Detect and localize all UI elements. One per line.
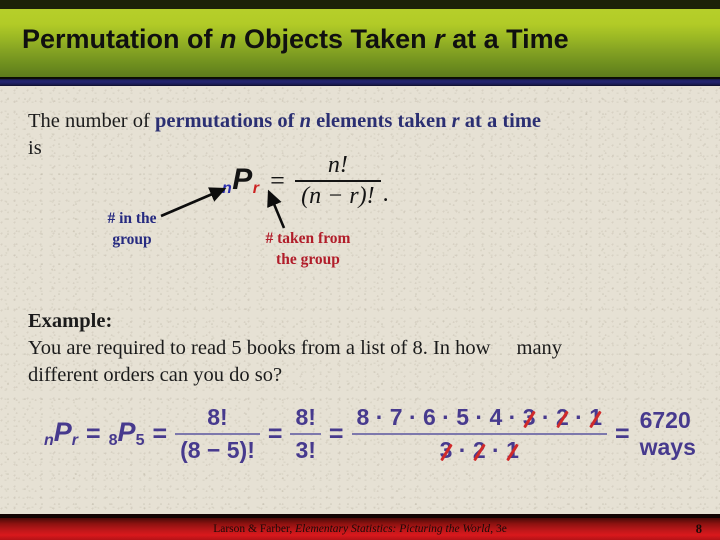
- solution-npr-symbol: nPr: [44, 419, 78, 449]
- cancel-num-2: 2: [555, 404, 569, 430]
- annotation-r-label: # taken from the group: [240, 228, 376, 270]
- title-banner: Permutation of n Objects Taken r at a Ti…: [0, 0, 720, 86]
- solution-subscript-r: r: [71, 432, 79, 449]
- formula-fraction: n! (n − r)!: [295, 152, 381, 210]
- lead-bold-2: elements taken: [311, 110, 452, 132]
- solution-equals-3: =: [267, 419, 283, 448]
- solution-fraction-1: 8! (8 − 5)!: [175, 404, 260, 464]
- formula-subscript-r: r: [252, 180, 260, 197]
- title-variable-r: r: [434, 24, 445, 54]
- lead-plain-2: is: [28, 137, 42, 159]
- solution-equals-2: =: [152, 419, 168, 448]
- formula-npr-symbol: nPr: [222, 165, 260, 197]
- solution-expand-sep-2: ·: [568, 404, 590, 430]
- title-top-strip: [0, 0, 720, 9]
- example-heading: Example:: [28, 310, 113, 332]
- solution-expand-keep: 8 · 7 · 6 · 5 · 4 ·: [356, 404, 523, 430]
- annotation-r-line1: # taken from: [265, 230, 351, 247]
- lead-variable-r: r: [451, 110, 460, 132]
- solution-equals-5: =: [614, 419, 630, 448]
- formula-period: .: [382, 181, 389, 207]
- title-part-prefix: Permutation of: [22, 24, 221, 54]
- solution-equation: nPr = 8P5 = 8! (8 − 5)! = 8! 3! = 8 · 7 …: [44, 404, 720, 464]
- annotation-r-line2: the group: [276, 251, 340, 268]
- cancel-num-3: 3: [522, 404, 536, 430]
- title-part-mid: Objects Taken: [236, 24, 435, 54]
- footer-bar: Larson & Farber, Elementary Statistics: …: [0, 514, 720, 540]
- title-variable-n: n: [220, 24, 237, 54]
- footer-page-number: 8: [695, 522, 702, 536]
- footer-book-title: Elementary Statistics: Picturing the Wor…: [295, 523, 491, 535]
- formula-subscript-n: n: [222, 180, 233, 197]
- footer-citation: Larson & Farber, Elementary Statistics: …: [0, 518, 720, 540]
- solution-subscript-5: 5: [135, 432, 145, 449]
- title-underline-rule: [0, 77, 720, 86]
- solution-fraction-2-numerator: 8!: [295, 404, 316, 430]
- lead-highlight: permutations of n elements taken r at a …: [155, 110, 541, 132]
- solution-subscript-8: 8: [108, 432, 118, 449]
- example-line1-b: many: [516, 337, 563, 359]
- lead-bold-1: permutations of: [154, 110, 300, 132]
- formula-letter-p: P: [232, 163, 253, 196]
- solution-result: 6720 ways: [639, 407, 696, 460]
- solution-den-sep-2: ·: [485, 437, 507, 463]
- page-title: Permutation of n Objects Taken r at a Ti…: [22, 22, 712, 56]
- annotation-n-line2: group: [112, 231, 152, 248]
- footer-authors: Larson & Farber,: [213, 523, 296, 535]
- cancel-num-1: 1: [589, 404, 602, 430]
- example-line2: different orders can you do so?: [28, 364, 283, 386]
- solution-fraction-2-denominator: 3!: [295, 437, 316, 463]
- solution-fraction-3-denominator: 3 · 2 · 1: [435, 435, 524, 464]
- solution-subscript-n: n: [44, 432, 54, 449]
- slide: Permutation of n Objects Taken r at a Ti…: [0, 0, 720, 540]
- solution-fraction-3: 8 · 7 · 6 · 5 · 4 · 3 · 2 · 1 3 · 2 · 1: [351, 404, 607, 464]
- annotation-n-line1: # in the: [107, 210, 157, 227]
- annotation-n-label: # in the group: [84, 208, 180, 250]
- lead-plain-1: The number of: [28, 110, 155, 132]
- solution-8p5-symbol: 8P5: [109, 419, 145, 449]
- solution-letter-p-1: P: [53, 417, 72, 447]
- solution-fraction-1-denominator: (8 − 5)!: [180, 437, 255, 463]
- solution-equals-1: =: [86, 419, 101, 448]
- cancel-den-1: 1: [506, 437, 519, 463]
- solution-den-sep-1: ·: [452, 437, 473, 463]
- solution-fraction-1-numerator: 8!: [207, 404, 228, 430]
- lead-variable-n: n: [299, 110, 311, 132]
- solution-equals-4: =: [328, 419, 344, 448]
- cancel-den-3: 3: [439, 437, 453, 463]
- formula-numerator: n!: [327, 152, 348, 178]
- lead-bold-3: at a time: [459, 110, 542, 132]
- example-block: Example: You are required to read 5 book…: [28, 308, 688, 389]
- formula-denominator: (n − r)!: [301, 183, 375, 209]
- title-part-suffix: at a Time: [444, 24, 569, 54]
- solution-fraction-2: 8! 3!: [290, 404, 321, 464]
- permutation-formula: nPr = n! (n − r)! .: [222, 152, 389, 210]
- example-line1-a: You are required to read 5 books from a …: [28, 337, 491, 359]
- formula-equals: =: [268, 166, 287, 195]
- cancel-den-2: 2: [472, 437, 486, 463]
- solution-fraction-3-numerator: 8 · 7 · 6 · 5 · 4 · 3 · 2 · 1: [352, 404, 607, 433]
- footer-edition: , 3e: [490, 523, 507, 535]
- solution-letter-p-2: P: [117, 417, 136, 447]
- solution-expand-sep-1: ·: [535, 404, 556, 430]
